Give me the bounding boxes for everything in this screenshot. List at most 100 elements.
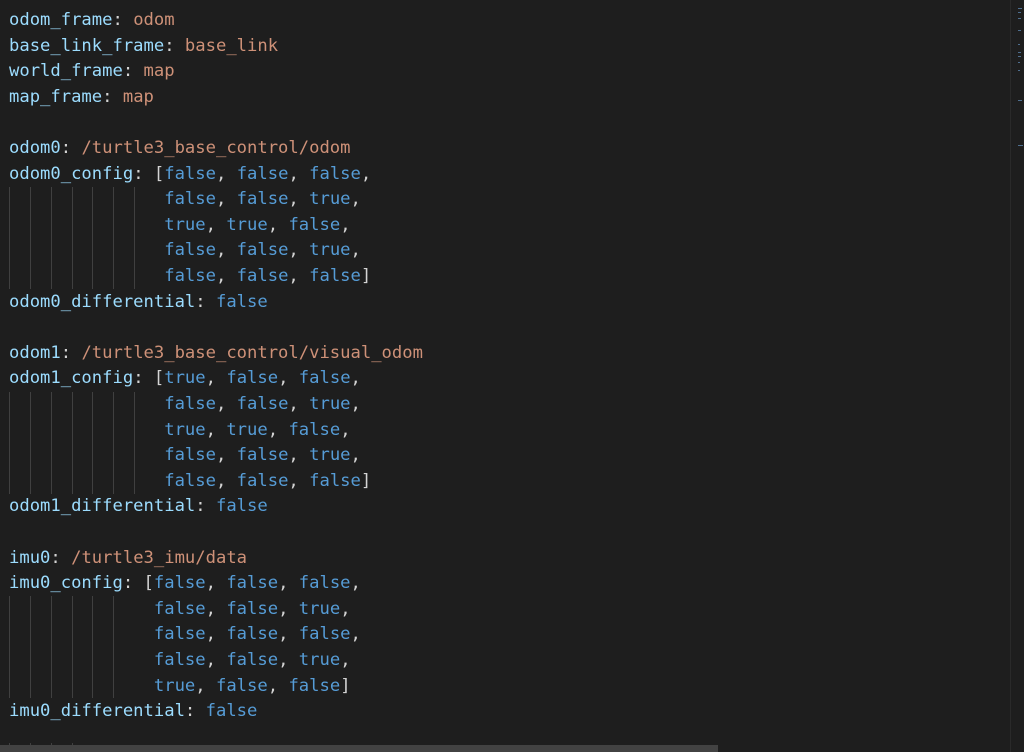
boolean-value: false [236, 189, 289, 210]
punctuation: : [195, 291, 216, 312]
minimap-line [1018, 8, 1022, 9]
string-value: odom [133, 10, 175, 30]
boolean-value: false [164, 240, 216, 261]
code-line[interactable]: odom0: /turtle3_base_control/odom [9, 136, 351, 162]
code-line[interactable]: true, true, false, [9, 418, 350, 444]
code-line[interactable]: odom0_config: [false, false, false, [9, 162, 371, 188]
punctuation: , [360, 163, 372, 184]
punctuation: , [215, 394, 237, 414]
boolean-value: false [298, 368, 351, 389]
code-line[interactable]: imu0_differential: false [9, 699, 257, 725]
punctuation: : [ [133, 368, 165, 389]
boolean-value: false [288, 214, 341, 235]
string-value: base_link [184, 35, 279, 56]
punctuation: : [102, 86, 123, 107]
punctuation: ] [340, 675, 351, 696]
punctuation: , [215, 266, 237, 286]
punctuation: , [350, 445, 361, 466]
code-line[interactable]: false, false, true, [9, 443, 361, 469]
punctuation: : [195, 496, 216, 517]
boolean-value: false [309, 266, 361, 286]
punctuation: , [288, 189, 310, 210]
boolean-value: true [309, 394, 351, 414]
minimap-line [1018, 100, 1022, 101]
minimap[interactable] [1010, 0, 1024, 752]
punctuation: , [278, 368, 299, 389]
boolean-value: false [164, 163, 216, 184]
boolean-value: true [309, 240, 351, 261]
boolean-value: false [164, 445, 216, 466]
punctuation: , [350, 624, 361, 645]
code-line[interactable]: odom1: /turtle3_base_control/visual_odom [9, 341, 423, 367]
boolean-value: false [226, 573, 279, 594]
punctuation: , [288, 266, 310, 286]
string-value: /turtle3_base_control/odom [81, 138, 351, 158]
punctuation: , [340, 214, 351, 235]
code-editor[interactable]: odom_frame: odom base_link_frame: base_li… [0, 0, 1024, 752]
code-line[interactable]: imu0_config: [false, false, false, [9, 571, 361, 597]
punctuation: , [205, 368, 227, 389]
code-line[interactable]: odom1_differential: false [9, 494, 268, 520]
code-line[interactable]: false, false, true, [9, 187, 361, 213]
punctuation: : [112, 10, 134, 30]
yaml-key: imu0 [9, 547, 51, 568]
code-line[interactable]: false, false, false, [9, 622, 361, 648]
boolean-value: true [226, 214, 268, 235]
minimap-line [1018, 52, 1021, 53]
punctuation [9, 240, 164, 260]
punctuation: , [205, 419, 227, 440]
punctuation: : [60, 138, 82, 158]
punctuation: , [205, 598, 227, 619]
code-line[interactable]: odom0_differential: false [9, 290, 268, 316]
boolean-value: false [226, 368, 279, 389]
punctuation: : [122, 61, 144, 82]
punctuation: , [350, 573, 361, 594]
boolean-value: false [205, 701, 258, 722]
punctuation: : [50, 547, 72, 568]
punctuation: , [340, 650, 351, 670]
minimap-line [1018, 30, 1021, 31]
boolean-value: false [288, 675, 341, 696]
punctuation: , [288, 445, 310, 466]
punctuation [9, 676, 154, 696]
boolean-value: false [153, 650, 206, 670]
punctuation: , [195, 675, 216, 696]
code-line[interactable]: false, false, true, [9, 238, 361, 264]
punctuation [9, 420, 164, 440]
boolean-value: false [153, 573, 206, 594]
punctuation [9, 266, 164, 286]
code-line[interactable]: base_link_frame: base_link [9, 34, 278, 60]
string-value: /turtle3_imu/data [71, 547, 248, 568]
minimap-line [1018, 70, 1020, 71]
code-line[interactable]: true, false, false] [9, 674, 351, 700]
code-line[interactable]: odom1_config: [true, false, false, [9, 366, 361, 392]
punctuation: : [60, 342, 82, 363]
punctuation: , [215, 163, 237, 184]
string-value: map [143, 61, 175, 82]
boolean-value: false [226, 598, 279, 619]
code-line[interactable]: true, true, false, [9, 213, 351, 239]
code-line[interactable]: map_frame: map [9, 85, 154, 111]
string-value: map [122, 86, 154, 107]
horizontal-scrollbar[interactable] [0, 745, 718, 752]
punctuation: , [215, 445, 237, 466]
code-line[interactable]: false, false, true, [9, 392, 361, 418]
code-line[interactable]: false, false, true, [9, 648, 351, 674]
punctuation: , [205, 650, 227, 670]
boolean-value: false [226, 650, 279, 670]
boolean-value: false [236, 394, 289, 414]
code-line[interactable]: false, false, true, [9, 597, 351, 623]
yaml-key: odom0_differential [9, 291, 196, 312]
code-line[interactable]: false, false, false] [9, 469, 371, 495]
boolean-value: false [236, 470, 289, 491]
code-line[interactable]: odom_frame: odom [9, 8, 175, 34]
punctuation: , [340, 598, 351, 619]
minimap-line [1018, 62, 1020, 63]
punctuation [9, 394, 164, 414]
boolean-value: true [153, 675, 196, 696]
code-line[interactable]: world_frame: map [9, 59, 175, 85]
code-line[interactable]: false, false, false] [9, 264, 371, 290]
yaml-key: odom1 [9, 342, 61, 363]
string-value: /turtle3_base_control/visual_odom [81, 342, 423, 363]
code-line[interactable]: imu0: /turtle3_imu/data [9, 546, 247, 572]
